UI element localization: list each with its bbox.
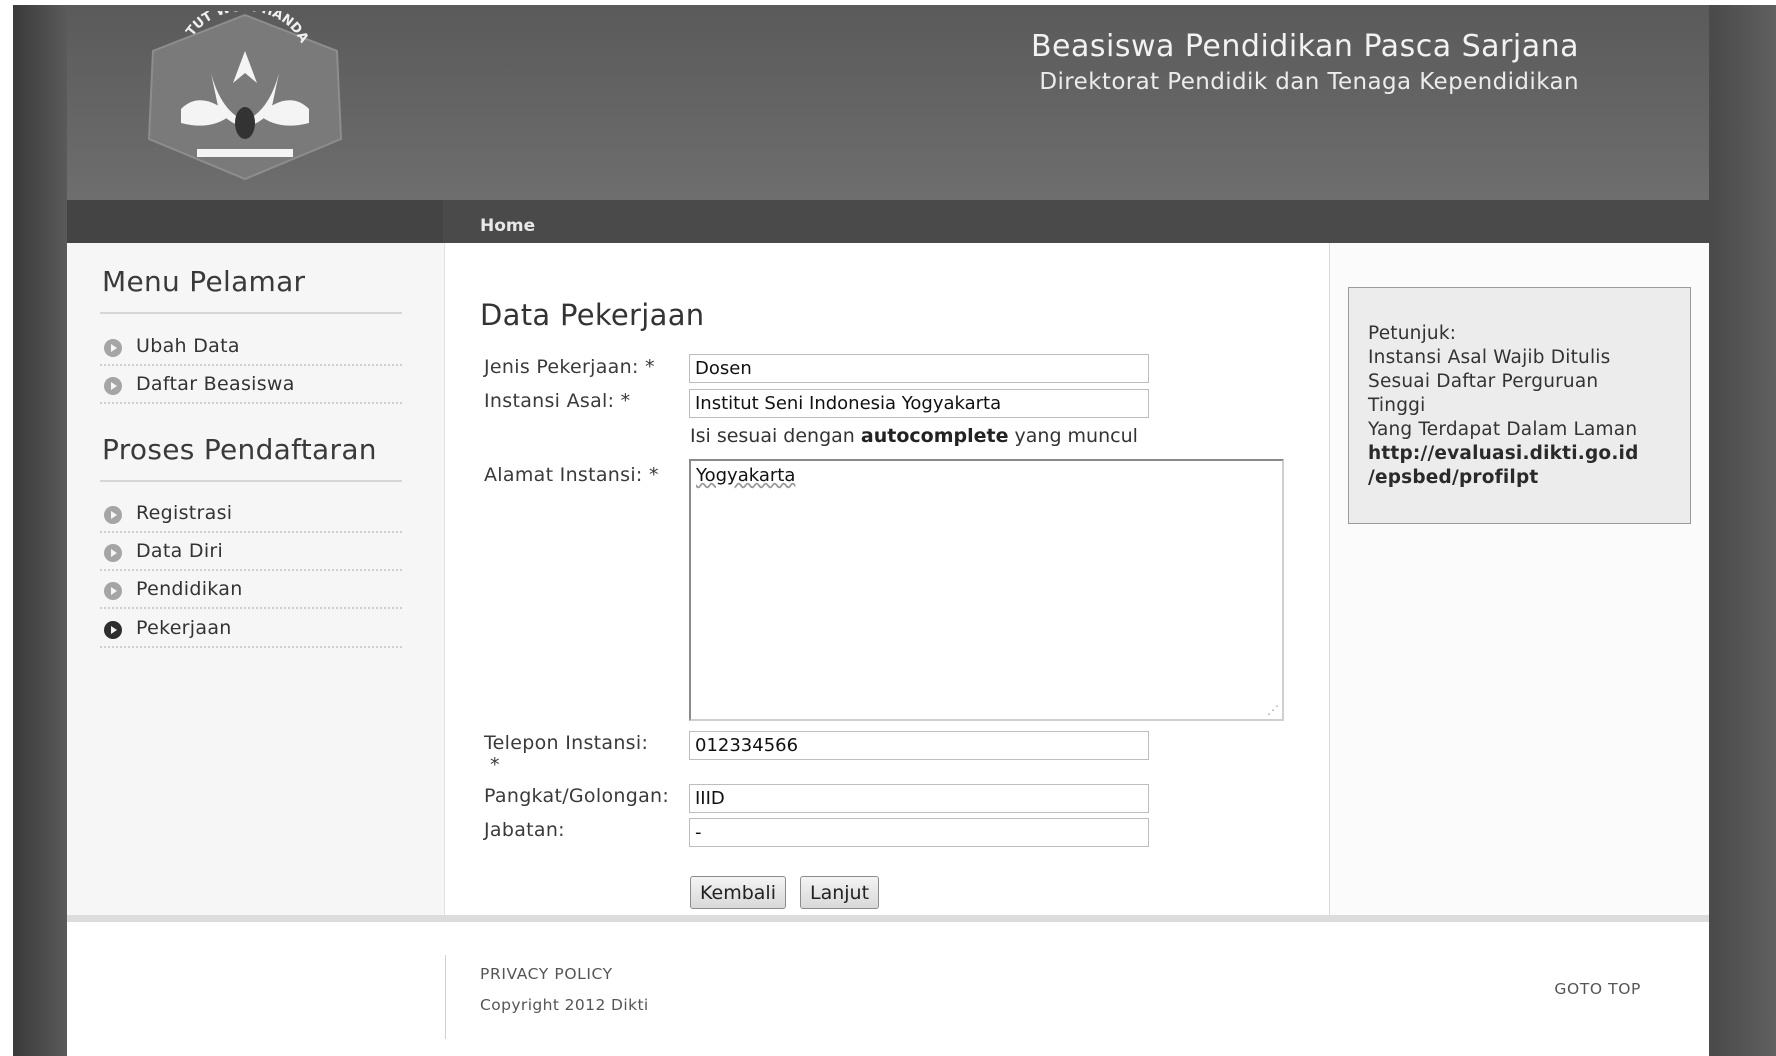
sidebar-item-label: Registrasi: [136, 502, 233, 524]
sidebar-item-registrasi[interactable]: Registrasi: [100, 495, 402, 533]
arrow-circle-icon: [104, 621, 122, 639]
sidebar-item-daftar-beasiswa[interactable]: Daftar Beasiswa: [100, 366, 402, 404]
telepon-instansi-label: Telepon Instansi: *: [484, 732, 649, 776]
sidebar-item-label: Data Diri: [136, 540, 224, 562]
arrow-circle-icon: [104, 377, 122, 395]
top-navbar: Home: [67, 200, 1709, 243]
site-header: TUT WURI HANDAYANI Beasiswa Pendidikan P…: [67, 5, 1709, 200]
petunjuk-url: /epsbed/profilpt: [1368, 467, 1539, 488]
kembali-button[interactable]: Kembali: [690, 876, 786, 909]
jabatan-label: Jabatan:: [484, 819, 565, 841]
jenis-pekerjaan-input[interactable]: [689, 354, 1149, 383]
page-container: TUT WURI HANDAYANI Beasiswa Pendidikan P…: [67, 5, 1709, 1056]
alamat-instansi-textarea[interactable]: Yogyakarta: [689, 459, 1284, 721]
privacy-policy-link[interactable]: PRIVACY POLICY: [480, 965, 613, 983]
menu-pelamar-heading: Menu Pelamar: [102, 265, 306, 298]
petunjuk-line: Tinggi: [1368, 395, 1426, 416]
copyright-text: Copyright 2012 Dikti: [480, 996, 649, 1014]
arrow-circle-icon: [104, 582, 122, 600]
arrow-circle-icon: [104, 506, 122, 524]
petunjuk-line: Yang Terdapat Dalam Laman: [1368, 419, 1638, 440]
instansi-asal-input[interactable]: [689, 389, 1149, 418]
petunjuk-line: Instansi Asal Wajib Ditulis: [1368, 347, 1611, 368]
navbar-left-block: [67, 200, 443, 243]
sidebar-item-data-diri[interactable]: Data Diri: [100, 533, 402, 571]
page-title: Data Pekerjaan: [480, 298, 705, 332]
resize-grip-icon[interactable]: ⋰: [1267, 703, 1281, 717]
arrow-circle-icon: [104, 339, 122, 357]
site-title: Beasiswa Pendidikan Pasca Sarjana: [1030, 29, 1579, 64]
sidebar-item-pendidikan[interactable]: Pendidikan: [100, 571, 402, 609]
goto-top-link[interactable]: GOTO TOP: [1554, 980, 1641, 998]
petunjuk-box: Petunjuk: Instansi Asal Wajib Ditulis Se…: [1348, 287, 1691, 524]
sidebar-item-label: Daftar Beasiswa: [136, 373, 295, 395]
site-subtitle: Direktorat Pendidik dan Tenaga Kependidi…: [1039, 69, 1579, 95]
petunjuk-title: Petunjuk:: [1368, 323, 1457, 344]
lanjut-button[interactable]: Lanjut: [800, 876, 880, 909]
arrow-circle-icon: [104, 544, 122, 562]
tut-wuri-handayani-logo: TUT WURI HANDAYANI: [141, 11, 343, 181]
jabatan-input[interactable]: [689, 818, 1149, 847]
telepon-instansi-input[interactable]: [689, 731, 1149, 760]
jenis-pekerjaan-label: Jenis Pekerjaan: *: [484, 356, 655, 378]
autocomplete-hint: Isi sesuai dengan autocomplete yang munc…: [690, 425, 1138, 447]
sidebar-item-label: Pendidikan: [136, 578, 243, 600]
alamat-instansi-label: Alamat Instansi: *: [484, 464, 659, 486]
sidebar-item-ubah-data[interactable]: Ubah Data: [100, 328, 402, 366]
sidebar: Menu Pelamar Ubah Data Daftar Beasiswa P…: [67, 243, 445, 915]
heading-divider: [100, 312, 402, 314]
sidebar-item-label: Pekerjaan: [136, 617, 232, 639]
proses-pendaftaran-heading: Proses Pendaftaran: [102, 433, 377, 466]
pangkat-golongan-input[interactable]: [689, 784, 1149, 813]
sidebar-item-pekerjaan[interactable]: Pekerjaan: [100, 610, 402, 648]
instansi-asal-label: Instansi Asal: *: [484, 390, 631, 412]
main-content: Data Pekerjaan Jenis Pekerjaan: * Instan…: [445, 243, 1330, 915]
petunjuk-line: Sesuai Daftar Perguruan: [1368, 371, 1599, 392]
footer-divider: [445, 955, 446, 1039]
pangkat-golongan-label: Pangkat/Golongan:: [484, 785, 670, 807]
heading-divider: [100, 480, 402, 482]
site-footer: PRIVACY POLICY Copyright 2012 Dikti GOTO…: [67, 915, 1709, 1056]
petunjuk-url: http://evaluasi.dikti.go.id: [1368, 443, 1639, 464]
sidebar-item-label: Ubah Data: [136, 335, 240, 357]
